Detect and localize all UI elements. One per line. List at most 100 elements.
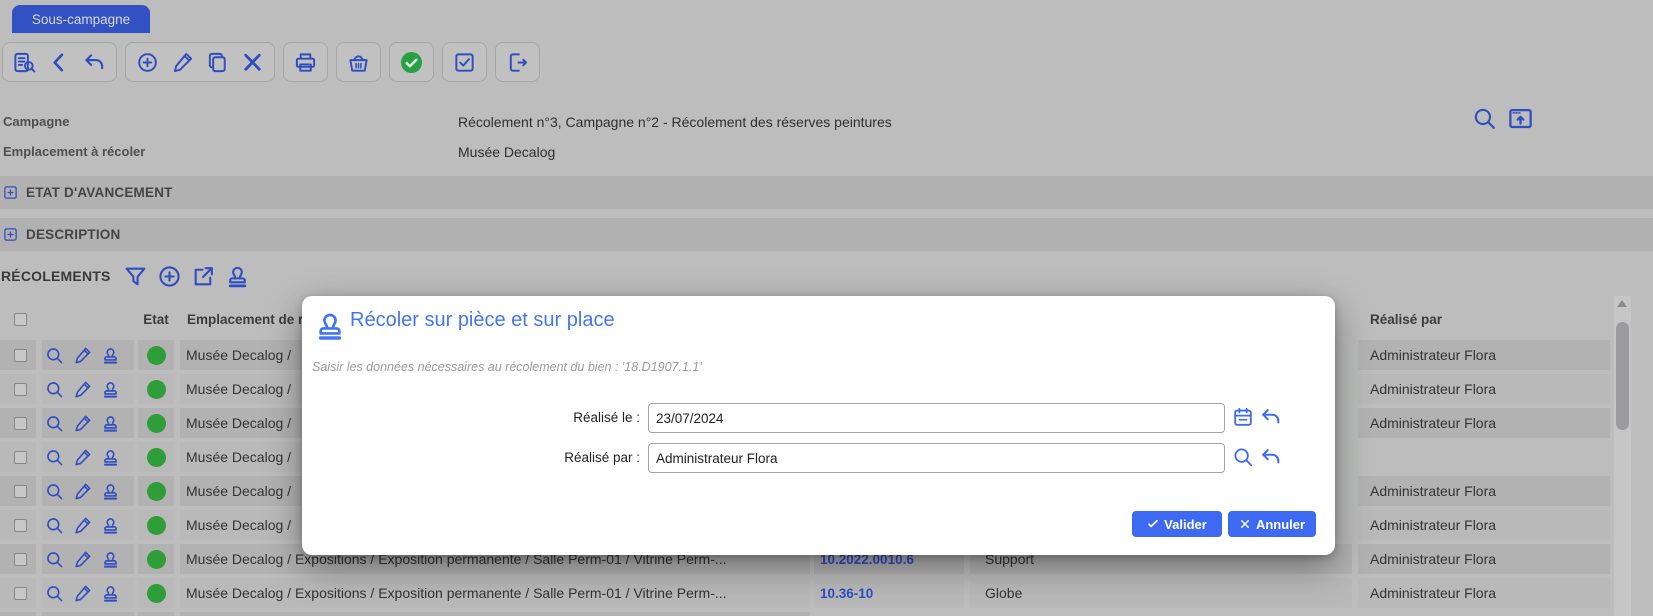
tab-label: Sous-campagne	[32, 12, 130, 27]
valider-button[interactable]: Valider	[1132, 511, 1222, 537]
view-magnifier-icon[interactable]	[45, 414, 64, 433]
annuler-button[interactable]: Annuler	[1228, 511, 1316, 537]
edit-pencil-icon[interactable]	[171, 51, 194, 74]
status-dot-green	[147, 414, 166, 433]
select-all-checkbox[interactable]	[14, 313, 27, 326]
add-circle-icon[interactable]	[157, 264, 182, 289]
undo-icon[interactable]	[1260, 406, 1282, 428]
copy-icon[interactable]	[206, 51, 229, 74]
edit-pencil-icon[interactable]	[73, 380, 92, 399]
edit-pencil-icon[interactable]	[73, 346, 92, 365]
realise-le-input[interactable]	[648, 403, 1225, 433]
campagne-label: Campagne	[3, 114, 69, 130]
list-search-icon[interactable]	[13, 51, 36, 74]
edit-pencil-icon[interactable]	[73, 550, 92, 569]
check-icon	[1147, 518, 1159, 530]
expand-plus-icon[interactable]	[3, 227, 18, 242]
basket-icon[interactable]	[347, 51, 370, 74]
section-etat-avancement[interactable]: ETAT D'AVANCEMENT	[0, 176, 1653, 209]
view-magnifier-icon[interactable]	[45, 482, 64, 501]
edit-pencil-icon[interactable]	[73, 448, 92, 467]
printer-icon[interactable]	[294, 51, 317, 74]
realise-par-input[interactable]	[648, 443, 1225, 473]
cell-inventaire-link[interactable]: 10.36-10	[814, 578, 964, 608]
header-etat: Etat	[138, 305, 174, 335]
export-exit-icon[interactable]	[506, 51, 529, 74]
status-dot-green	[147, 516, 166, 535]
view-magnifier-icon[interactable]	[45, 584, 64, 603]
edit-pencil-icon[interactable]	[73, 516, 92, 535]
cell-realise-par: Administrateur Flora	[1358, 544, 1610, 574]
row-checkbox[interactable]	[14, 485, 27, 498]
realise-par-label: Réalisé par :	[302, 450, 640, 465]
open-window-icon[interactable]	[1507, 105, 1534, 132]
tab-sous-campagne[interactable]: Sous-campagne	[12, 5, 150, 33]
cell-emplacement: Musée Decalog / Expositions / Exposition…	[180, 578, 810, 608]
cell-realise-par: Administrateur Flora	[1358, 578, 1610, 608]
recolements-actions	[123, 264, 250, 289]
row-checkbox[interactable]	[14, 451, 27, 464]
toolbar-group	[2, 42, 117, 82]
stamp-icon[interactable]	[101, 346, 120, 365]
chevron-left-icon[interactable]	[48, 51, 71, 74]
row-checkbox[interactable]	[14, 519, 27, 532]
delete-x-icon[interactable]	[241, 51, 264, 74]
toolbar-group	[336, 42, 381, 82]
status-dot-green	[147, 346, 166, 365]
table-row: Musée Decalog / Expositions / Exposition…	[0, 578, 1653, 608]
calendar-icon[interactable]	[1232, 406, 1254, 428]
view-magnifier-icon[interactable]	[45, 346, 64, 365]
campagne-value: Récolement n°3, Campagne n°2 - Récolemen…	[458, 114, 892, 130]
cell-emplacement	[180, 612, 810, 616]
stamp-icon[interactable]	[101, 380, 120, 399]
status-dot-green	[147, 584, 166, 603]
recolements-title: RÉCOLEMENTS	[1, 268, 111, 284]
undo-arrow-icon[interactable]	[83, 51, 106, 74]
stamp-icon[interactable]	[101, 584, 120, 603]
edit-pencil-icon[interactable]	[73, 584, 92, 603]
row-checkbox[interactable]	[14, 553, 27, 566]
table-row	[0, 612, 1653, 616]
expand-plus-icon[interactable]	[3, 185, 18, 200]
stamp-icon[interactable]	[101, 448, 120, 467]
row-checkbox[interactable]	[14, 383, 27, 396]
stamp-icon[interactable]	[101, 482, 120, 501]
toolbar-group	[442, 42, 487, 82]
view-magnifier-icon[interactable]	[45, 380, 64, 399]
stamp-icon[interactable]	[101, 516, 120, 535]
toolbar-group	[283, 42, 328, 82]
row-checkbox[interactable]	[14, 349, 27, 362]
stamp-icon[interactable]	[225, 264, 250, 289]
scrollbar-thumb[interactable]	[1616, 322, 1629, 430]
emplacement-label: Emplacement à récoler	[3, 144, 145, 160]
undo-icon[interactable]	[1260, 446, 1282, 468]
app-window: Sous-campagne Campagne Récolement n°3, C…	[0, 0, 1653, 616]
edit-pencil-icon[interactable]	[73, 482, 92, 501]
emplacement-value: Musée Decalog	[458, 144, 555, 160]
cell-realise-par: Administrateur Flora	[1358, 408, 1610, 438]
stamp-icon[interactable]	[101, 414, 120, 433]
status-dot-green	[147, 550, 166, 569]
row-checkbox[interactable]	[14, 417, 27, 430]
view-magnifier-icon[interactable]	[45, 550, 64, 569]
stamp-icon[interactable]	[101, 550, 120, 569]
view-magnifier-icon[interactable]	[45, 448, 64, 467]
vertical-scrollbar[interactable]	[1614, 296, 1631, 616]
search-icon[interactable]	[1232, 446, 1254, 468]
search-icon[interactable]	[1472, 106, 1497, 131]
checkbox-check-icon[interactable]	[453, 51, 476, 74]
cell-realise-par: Administrateur Flora	[1358, 374, 1610, 404]
modal-subtitle: Saisir les données nécessaires au récole…	[312, 360, 702, 374]
recolements-header: RÉCOLEMENTS	[1, 263, 250, 289]
edit-pencil-icon[interactable]	[73, 414, 92, 433]
row-checkbox[interactable]	[14, 587, 27, 600]
header-emplacement: Emplacement de ré	[187, 305, 311, 335]
section-description[interactable]: DESCRIPTION	[0, 218, 1653, 251]
open-external-icon[interactable]	[191, 264, 216, 289]
status-dot-green	[147, 448, 166, 467]
add-circle-icon[interactable]	[136, 51, 159, 74]
view-magnifier-icon[interactable]	[45, 516, 64, 535]
filter-funnel-icon[interactable]	[123, 264, 148, 289]
scroll-up-arrow-icon[interactable]	[1617, 300, 1627, 307]
validate-check-icon[interactable]	[400, 51, 423, 74]
